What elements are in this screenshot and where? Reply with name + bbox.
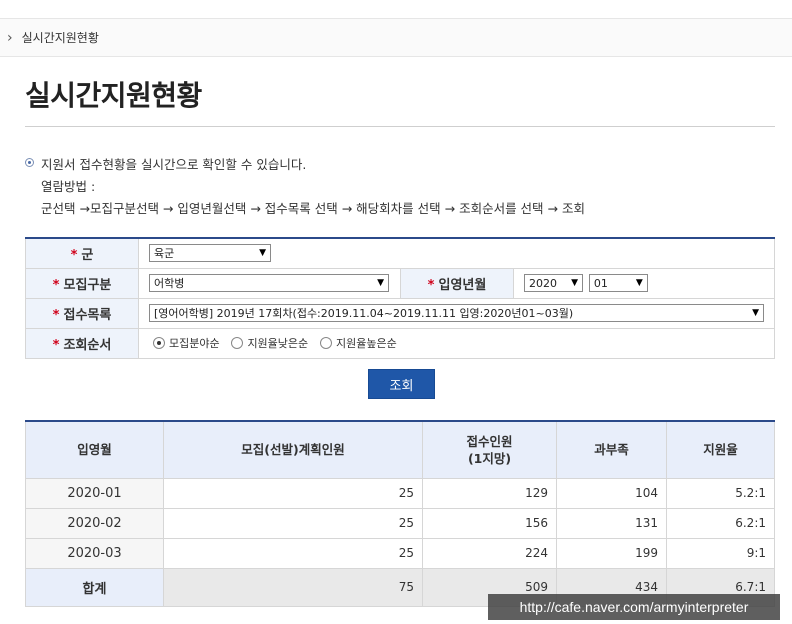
col-header-diff: 과부족 bbox=[556, 420, 667, 479]
enlist-year-select[interactable]: 2020 ▼ bbox=[524, 274, 583, 292]
category-label: * 모집구분 bbox=[25, 267, 139, 299]
order-radio-high[interactable]: 지원율높은순 bbox=[320, 335, 397, 351]
order-label: * 조회순서 bbox=[25, 327, 139, 359]
col-header-applied: 접수인원 (1지망) bbox=[422, 420, 557, 479]
results-table: 입영월 모집(선발)계획인원 접수인원 (1지망) 과부족 지원율 2020-01… bbox=[25, 420, 775, 607]
dropdown-arrow-icon: ▼ bbox=[377, 278, 384, 288]
col-header-rate: 지원율 bbox=[666, 420, 775, 479]
table-row: 2020-01 25 129 104 5.2:1 bbox=[25, 477, 775, 509]
breadcrumb-current[interactable]: 실시간지원현황 bbox=[22, 29, 99, 46]
category-select[interactable]: 어학병 ▼ bbox=[149, 274, 389, 292]
dropdown-arrow-icon: ▼ bbox=[259, 248, 266, 259]
receipt-select[interactable]: [영어어학병] 2019년 17회차(접수:2019.11.04~2019.11… bbox=[149, 304, 764, 322]
dropdown-arrow-icon: ▼ bbox=[752, 308, 759, 318]
dropdown-arrow-icon: ▼ bbox=[571, 278, 578, 288]
order-radio-field[interactable]: 모집분야순 bbox=[153, 335, 220, 351]
radio-icon[interactable] bbox=[231, 336, 244, 349]
chevron-right-icon: › bbox=[7, 29, 13, 46]
bullet-icon bbox=[25, 158, 34, 167]
info-block: 지원서 접수현황을 실시간으로 확인할 수 있습니다. 열람방법 : 군선택 →… bbox=[25, 154, 585, 220]
info-line-3: 군선택 →모집구분선택 → 입영년월선택 → 접수목록 선택 → 해당회차를 선… bbox=[41, 201, 585, 216]
table-row: 2020-03 25 224 199 9:1 bbox=[25, 537, 775, 569]
info-line-2: 열람방법 : bbox=[41, 179, 96, 194]
order-radio-low[interactable]: 지원율낮은순 bbox=[231, 335, 308, 351]
dropdown-arrow-icon: ▼ bbox=[635, 278, 643, 288]
army-select[interactable]: 육군 ▼ bbox=[149, 244, 271, 263]
enlist-month-select[interactable]: 01 ▼ bbox=[588, 274, 648, 292]
watermark: http://cafe.naver.com/armyinterpreter bbox=[488, 594, 780, 620]
radio-selected-icon[interactable] bbox=[153, 336, 165, 349]
col-header-month: 입영월 bbox=[25, 420, 164, 479]
col-header-plan: 모집(선발)계획인원 bbox=[163, 420, 423, 479]
top-strip bbox=[0, 0, 792, 18]
title-divider bbox=[25, 126, 775, 127]
enlist-label: * 입영년월 bbox=[400, 267, 514, 299]
army-label: * 군 bbox=[25, 237, 139, 269]
info-line-1: 지원서 접수현황을 실시간으로 확인할 수 있습니다. bbox=[41, 157, 307, 172]
search-form: * 군 육군 ▼ * 모집구분 어학병 ▼ * 입영년월 2020 ▼ 01 ▼ * 접수목록 bbox=[25, 237, 775, 359]
search-button[interactable]: 조회 bbox=[368, 369, 435, 399]
table-row: 2020-02 25 156 131 6.2:1 bbox=[25, 507, 775, 539]
radio-icon[interactable] bbox=[320, 336, 332, 349]
breadcrumb: › 실시간지원현황 bbox=[0, 18, 792, 57]
page-title: 실시간지원현황 bbox=[25, 79, 202, 112]
receipt-label: * 접수목록 bbox=[25, 297, 139, 329]
